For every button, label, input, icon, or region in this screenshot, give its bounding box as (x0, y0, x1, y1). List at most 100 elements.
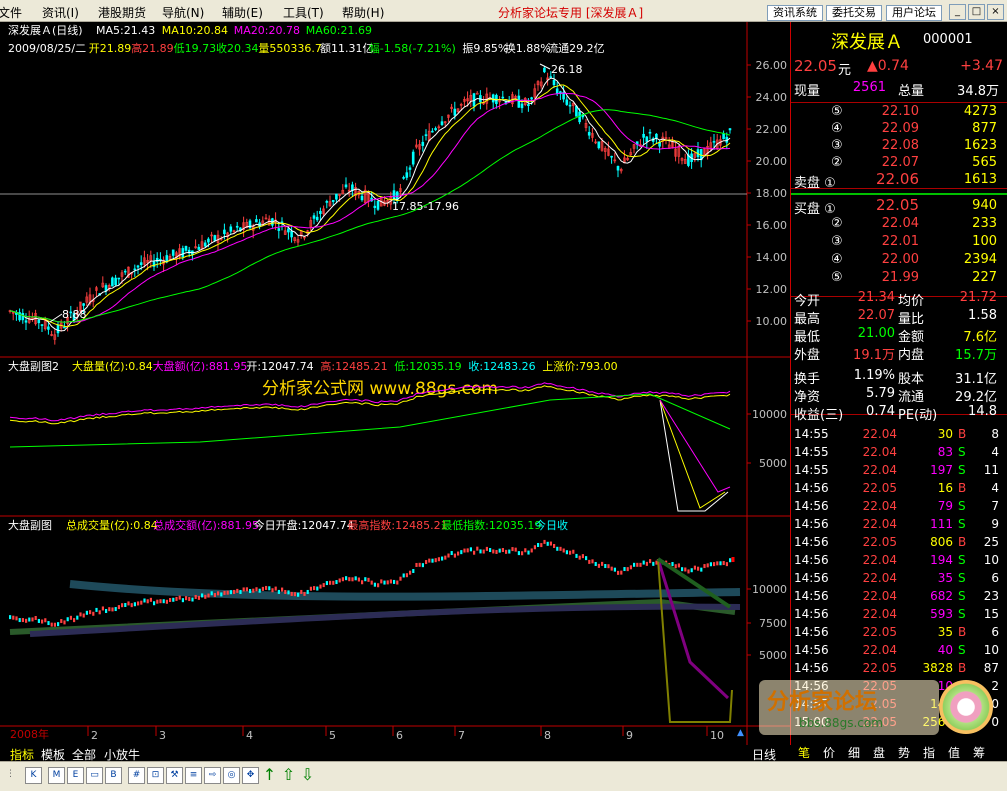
main-y-tick-1: 24.00 (756, 91, 788, 104)
sub2-candle (466, 548, 469, 553)
tick-side-11: B (958, 625, 967, 639)
tick-price-5: 22.04 (862, 517, 897, 531)
menu-item-5[interactable]: 工具(T) (283, 4, 324, 21)
candle-body (315, 216, 319, 221)
candle-body (408, 167, 412, 170)
quote-tab-4[interactable]: 势 (898, 744, 910, 761)
sub2-candle (633, 562, 636, 567)
quote-tab-6[interactable]: 值 (948, 744, 960, 761)
sub2-candle (354, 576, 357, 581)
buy-vol-4: 227 (972, 270, 997, 285)
sub2-candle (201, 593, 204, 598)
sub2-candle (549, 541, 552, 546)
sub2-candle (335, 580, 338, 585)
menu-item-2[interactable]: 港股期货 (98, 4, 146, 21)
sub2-candle (338, 578, 341, 583)
sub2-candle (642, 560, 645, 565)
kline-chart[interactable]: 深发展Ａ(日线) MA5:21.43 MA10:20.84 MA20:20.78 MA6… (0, 22, 790, 745)
fin-label-a-0: 换手 (794, 372, 821, 387)
down-arrow-icon[interactable]: ⇩ (299, 767, 316, 784)
bar-icon[interactable]: ▭ (86, 767, 103, 784)
candle-body (277, 228, 281, 231)
sub2-item-2: 今日开盘:12047.74 (254, 518, 354, 532)
sub1-item-6: 上涨价:793.00 (542, 360, 617, 373)
lock-icon[interactable]: ⊡ (147, 767, 164, 784)
sub1-item-2: 开:12047.74 (246, 360, 313, 373)
up-arrow-icon[interactable]: ↑ (261, 767, 278, 784)
top-button-2[interactable]: 用户论坛 (886, 5, 942, 21)
candle-body (203, 242, 207, 247)
sub2-candle (559, 546, 562, 551)
info-item-7: 幅-1.58(-7.21%) (369, 42, 456, 55)
quote-tab-2[interactable]: 细 (848, 744, 860, 761)
menu-item-1[interactable]: 资讯(I) (42, 4, 79, 21)
quote-tab-7[interactable]: 筹 (973, 744, 985, 761)
ma5-line (9, 77, 731, 332)
tick-time-3: 14:56 (794, 481, 829, 495)
tick-vol-11: 35 (937, 625, 953, 639)
sub1-item-1: 大盘额(亿):881.95 (153, 359, 248, 373)
tick-count-5: 9 (991, 517, 999, 531)
quote-tab-0[interactable]: 笔 (798, 744, 810, 761)
candle-body (543, 67, 546, 73)
tick-vol-10: 593 (930, 607, 953, 621)
menu-item-6[interactable]: 帮助(H) (342, 4, 384, 21)
maximize-button[interactable]: □ (968, 4, 985, 20)
sub2-candle (569, 550, 572, 555)
ma-label-3: MA60:21.69 (306, 24, 372, 37)
sub2-candle (309, 586, 312, 591)
sub2-candle (674, 564, 677, 569)
candle-body (111, 277, 114, 287)
tick-count-13: 87 (983, 661, 999, 675)
sub2-candle (703, 564, 706, 569)
quote-tab-1[interactable]: 价 (823, 744, 835, 761)
sub2-candle (130, 603, 133, 608)
k-icon[interactable]: K (25, 767, 42, 784)
top-button-1[interactable]: 委托交易 (826, 5, 882, 21)
close-button[interactable]: × (987, 4, 1004, 20)
sub2-candle (348, 577, 351, 582)
sub2-candle (521, 551, 524, 556)
menu-item-4[interactable]: 辅助(E) (222, 4, 263, 21)
chart-area[interactable]: 深发展Ａ(日线) MA5:21.43 MA10:20.84 MA20:20.78 MA6… (0, 22, 790, 745)
sub2-candle (274, 586, 277, 591)
up-arrow2-icon[interactable]: ⇧ (280, 767, 297, 784)
sub2-candle (431, 558, 434, 563)
sub2-candle (133, 602, 136, 607)
bsi-icon[interactable]: B (105, 767, 122, 784)
import-icon[interactable]: ⇨ (204, 767, 221, 784)
sub2-candle (364, 577, 367, 582)
top-button-0[interactable]: 资讯系统 (767, 5, 823, 21)
sell-price-3: 22.07 (881, 155, 919, 170)
eti-icon[interactable]: E (67, 767, 84, 784)
target-icon[interactable]: ◎ (223, 767, 240, 784)
sub2-candle (361, 580, 364, 585)
main-title: 深发展Ａ(日线) (8, 23, 83, 37)
candle-body (376, 200, 380, 210)
stock-code: 000001 (923, 32, 973, 47)
sub2-candle (713, 562, 716, 567)
tick-price-4: 22.04 (862, 499, 897, 513)
fin-value-a-1: 5.79 (866, 386, 895, 401)
tick-time-5: 14:56 (794, 517, 829, 531)
fin-label-b-0: 股本 (898, 372, 925, 387)
menu-item-3[interactable]: 导航(N) (162, 4, 204, 21)
sell-price-0: 22.10 (881, 104, 919, 119)
menu-item-0[interactable]: 文件 (0, 4, 22, 21)
sub2-candle (204, 594, 207, 599)
minimize-button[interactable]: _ (949, 4, 966, 20)
move-icon[interactable]: ✥ (242, 767, 259, 784)
stat-label-a-2: 最低 (794, 330, 821, 345)
sell-price-1: 22.09 (881, 121, 919, 136)
sub2-candle (281, 587, 284, 592)
grip-icon[interactable]: ⋮ (6, 767, 15, 784)
grid-icon[interactable]: # (128, 767, 145, 784)
quote-tab-3[interactable]: 盘 (873, 744, 885, 761)
tick-price-8: 22.04 (862, 571, 897, 585)
sell-vol-4: 1613 (963, 172, 997, 187)
quote-tab-5[interactable]: 指 (923, 744, 935, 761)
stack-icon[interactable]: ≡ (185, 767, 202, 784)
wrench-icon[interactable]: ⚒ (166, 767, 183, 784)
ma-icon[interactable]: M (48, 767, 65, 784)
sub2-candle (396, 580, 399, 585)
